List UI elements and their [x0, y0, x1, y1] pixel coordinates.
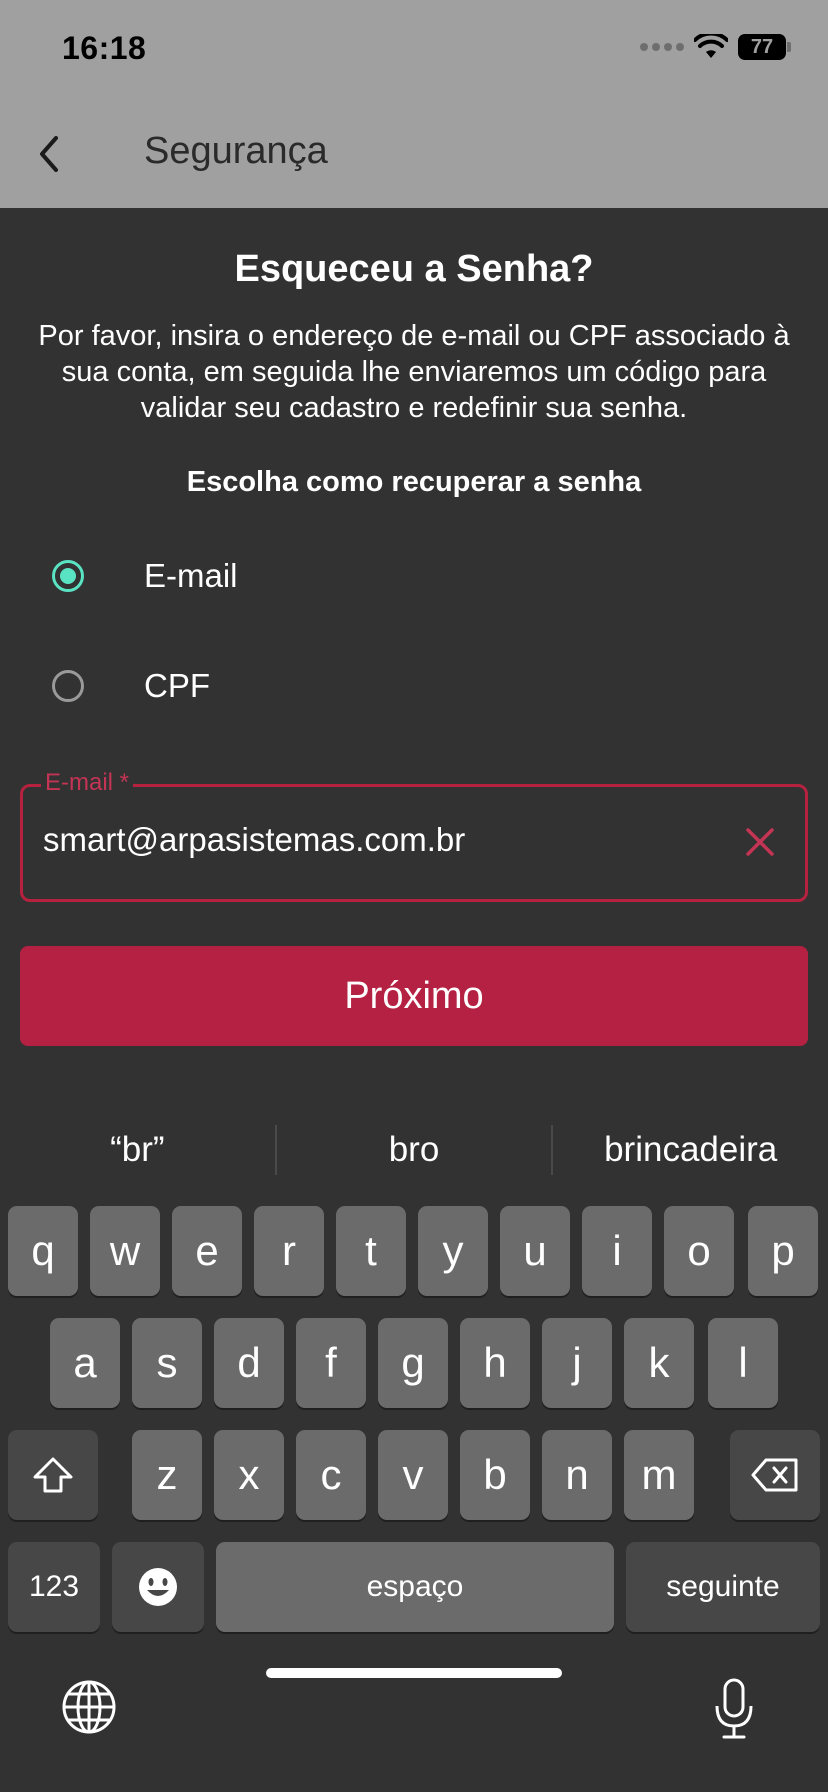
return-key[interactable]: seguinte — [626, 1542, 820, 1632]
emoji-icon — [139, 1568, 177, 1606]
email-field[interactable]: E-mail * smart@arpasistemas.com.br — [20, 769, 808, 902]
space-key[interactable]: espaço — [216, 1542, 614, 1632]
key-z[interactable]: z — [132, 1430, 202, 1520]
key-i[interactable]: i — [582, 1206, 652, 1296]
key-r[interactable]: r — [254, 1206, 324, 1296]
shift-key[interactable] — [8, 1430, 98, 1520]
radio-selected-icon[interactable] — [52, 560, 84, 592]
radio-option-email[interactable]: E-mail — [52, 546, 752, 606]
status-icons: 77 — [640, 34, 792, 60]
suggestion-item[interactable]: bro — [277, 1100, 552, 1200]
radio-label-email: E-mail — [144, 557, 238, 594]
key-n[interactable]: n — [542, 1430, 612, 1520]
email-field-value[interactable]: smart@arpasistemas.com.br — [43, 821, 465, 859]
key-e[interactable]: e — [172, 1206, 242, 1296]
key-j[interactable]: j — [542, 1318, 612, 1408]
next-button[interactable]: Próximo — [20, 946, 808, 1046]
forgot-password-form: Esqueceu a Senha? Por favor, insira o en… — [0, 208, 828, 1100]
backspace-key[interactable] — [730, 1430, 820, 1520]
key-g[interactable]: g — [378, 1318, 448, 1408]
key-f[interactable]: f — [296, 1318, 366, 1408]
battery-level: 77 — [750, 35, 774, 58]
radio-label-cpf: CPF — [144, 667, 210, 704]
email-field-label: E-mail * — [41, 769, 134, 797]
shift-icon — [33, 1457, 73, 1493]
wifi-icon — [694, 34, 728, 58]
microphone-icon[interactable] — [714, 1678, 754, 1740]
status-bar: 16:18 77 — [0, 0, 828, 100]
key-w[interactable]: w — [90, 1206, 160, 1296]
suggestion-item[interactable]: brincadeira — [553, 1100, 828, 1200]
suggestion-bar: “br” bro brincadeira — [0, 1100, 828, 1200]
key-q[interactable]: q — [8, 1206, 78, 1296]
key-a[interactable]: a — [50, 1318, 120, 1408]
key-o[interactable]: o — [664, 1206, 734, 1296]
key-s[interactable]: s — [132, 1318, 202, 1408]
nav-bar: Segurança — [0, 100, 828, 208]
radio-option-cpf[interactable]: CPF — [52, 656, 752, 716]
key-d[interactable]: d — [214, 1318, 284, 1408]
status-time: 16:18 — [62, 30, 147, 66]
battery-icon: 77 — [738, 34, 792, 60]
key-m[interactable]: m — [624, 1430, 694, 1520]
emoji-key[interactable] — [112, 1542, 204, 1632]
suggestion-item[interactable]: “br” — [0, 1100, 275, 1200]
key-x[interactable]: x — [214, 1430, 284, 1520]
page-title: Segurança — [144, 130, 328, 172]
key-v[interactable]: v — [378, 1430, 448, 1520]
key-p[interactable]: p — [748, 1206, 818, 1296]
form-heading: Esqueceu a Senha? — [234, 248, 594, 290]
recovery-method-label: Escolha como recuperar a senha — [186, 466, 642, 498]
key-c[interactable]: c — [296, 1430, 366, 1520]
backspace-icon — [751, 1458, 798, 1492]
home-indicator — [266, 1668, 562, 1678]
key-b[interactable]: b — [460, 1430, 530, 1520]
key-l[interactable]: l — [708, 1318, 778, 1408]
form-description: Por favor, insira o endereço de e-mail o… — [38, 320, 790, 424]
key-t[interactable]: t — [336, 1206, 406, 1296]
keyboard: “br” bro brincadeira q w e r t y u i o p… — [0, 1100, 828, 1792]
signal-icon — [640, 43, 684, 51]
key-h[interactable]: h — [460, 1318, 530, 1408]
key-u[interactable]: u — [500, 1206, 570, 1296]
numbers-key[interactable]: 123 — [8, 1542, 100, 1632]
globe-icon[interactable] — [60, 1678, 118, 1736]
key-k[interactable]: k — [624, 1318, 694, 1408]
clear-icon[interactable] — [743, 825, 777, 859]
radio-unselected-icon[interactable] — [52, 670, 84, 702]
key-y[interactable]: y — [418, 1206, 488, 1296]
back-chevron-icon[interactable] — [26, 128, 78, 180]
